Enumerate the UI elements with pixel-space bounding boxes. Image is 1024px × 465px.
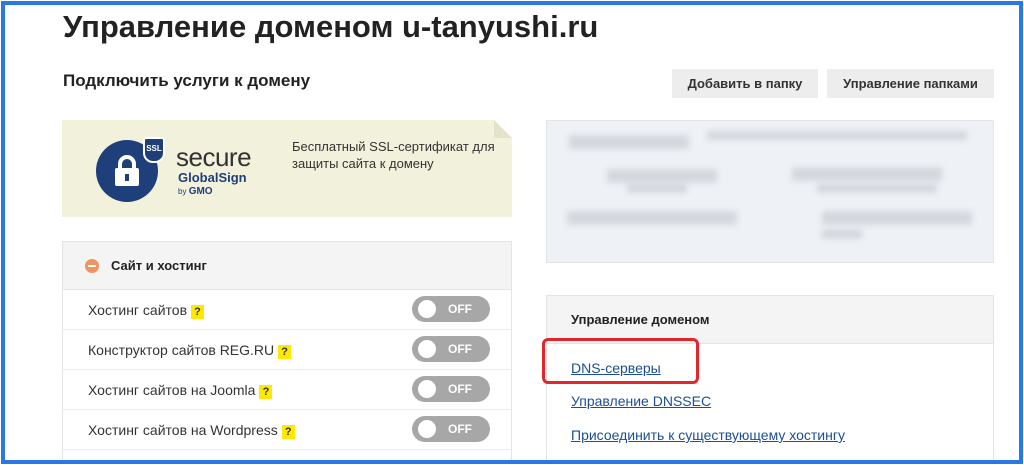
ssl-banner-text: Бесплатный SSL-сертификат для защиты сай…: [292, 139, 495, 171]
service-label: Хостинг сайтов на Joomla?: [88, 382, 273, 399]
blurred-text: [567, 211, 737, 225]
toggle-knob: [418, 420, 436, 438]
blurred-text: [607, 169, 717, 183]
manage-folders-button[interactable]: Управление папками: [827, 69, 994, 98]
domain-management-title: Управление доменом: [571, 312, 710, 327]
blurred-text: [822, 229, 862, 239]
blurred-text: [792, 167, 942, 181]
blurred-text: [627, 183, 687, 193]
dns-highlight-annotation: [542, 338, 699, 384]
page-title: Управление доменом u-tanyushi.ru: [63, 9, 599, 44]
builder-toggle[interactable]: OFF: [412, 336, 490, 362]
section-subtitle: Подключить услуги к домену: [63, 71, 311, 90]
logo-gmo-text: by GMO: [178, 186, 213, 197]
blurred-text: [707, 131, 967, 140]
ssl-promo-banner[interactable]: SSL secure GlobalSign by GMO Бесплатный …: [62, 120, 512, 217]
service-row-wordpress: Хостинг сайтов на Wordpress? OFF: [63, 410, 511, 450]
dnssec-link[interactable]: Управление DNSSEC: [571, 393, 711, 409]
site-hosting-panel: Сайт и хостинг Хостинг сайтов? OFF Конст…: [62, 241, 512, 460]
blurred-text: [569, 135, 689, 149]
domain-management-header: Управление доменом: [547, 296, 993, 344]
wordpress-toggle[interactable]: OFF: [412, 416, 490, 442]
site-hosting-title: Сайт и хостинг: [111, 258, 207, 273]
service-row-builder: Конструктор сайтов REG.RU? OFF: [63, 330, 511, 370]
help-icon[interactable]: ?: [259, 385, 273, 399]
minus-icon[interactable]: [85, 259, 99, 273]
partial-link-cut-off: [571, 462, 801, 464]
service-label-text: Хостинг сайтов: [88, 302, 188, 318]
page-fold-corner: [494, 120, 512, 138]
domain-info-box-blurred: [546, 120, 994, 263]
service-label-text: Конструктор сайтов REG.RU: [88, 342, 275, 358]
screenshot-frame: Управление доменом u-tanyushi.ru Подключ…: [1, 1, 1023, 464]
service-label-text: Хостинг сайтов на Wordpress: [88, 422, 278, 438]
service-row-hosting: Хостинг сайтов? OFF: [63, 290, 511, 330]
service-label: Конструктор сайтов REG.RU?: [88, 342, 292, 359]
help-icon[interactable]: ?: [281, 425, 295, 439]
help-icon[interactable]: ?: [191, 305, 205, 319]
joomla-toggle[interactable]: OFF: [412, 376, 490, 402]
logo-globalsign-text: GlobalSign: [178, 170, 247, 185]
ssl-shield-icon: SSL: [143, 137, 165, 163]
toggle-knob: [418, 380, 436, 398]
toggle-knob: [418, 340, 436, 358]
site-hosting-header[interactable]: Сайт и хостинг: [63, 242, 511, 290]
help-icon[interactable]: ?: [278, 345, 292, 359]
toggle-state: OFF: [448, 342, 472, 356]
service-label-text: Хостинг сайтов на Joomla: [88, 382, 256, 398]
service-row-joomla: Хостинг сайтов на Joomla? OFF: [63, 370, 511, 410]
toggle-state: OFF: [448, 382, 472, 396]
add-to-folder-button[interactable]: Добавить в папку: [672, 69, 818, 98]
blurred-text: [817, 183, 937, 193]
toggle-state: OFF: [448, 302, 472, 316]
logo-by-text: by: [178, 187, 187, 196]
service-label: Хостинг сайтов на Wordpress?: [88, 422, 295, 439]
toggle-state: OFF: [448, 422, 472, 436]
blurred-text: [822, 211, 972, 225]
toggle-knob: [418, 300, 436, 318]
service-label: Хостинг сайтов?: [88, 302, 205, 319]
logo-secure-text: secure: [176, 142, 252, 172]
attach-hosting-link[interactable]: Присоединить к существующему хостингу: [571, 427, 845, 443]
logo-gmo-brand: GMO: [188, 186, 213, 197]
hosting-toggle[interactable]: OFF: [412, 296, 490, 322]
lock-icon: [115, 155, 139, 186]
